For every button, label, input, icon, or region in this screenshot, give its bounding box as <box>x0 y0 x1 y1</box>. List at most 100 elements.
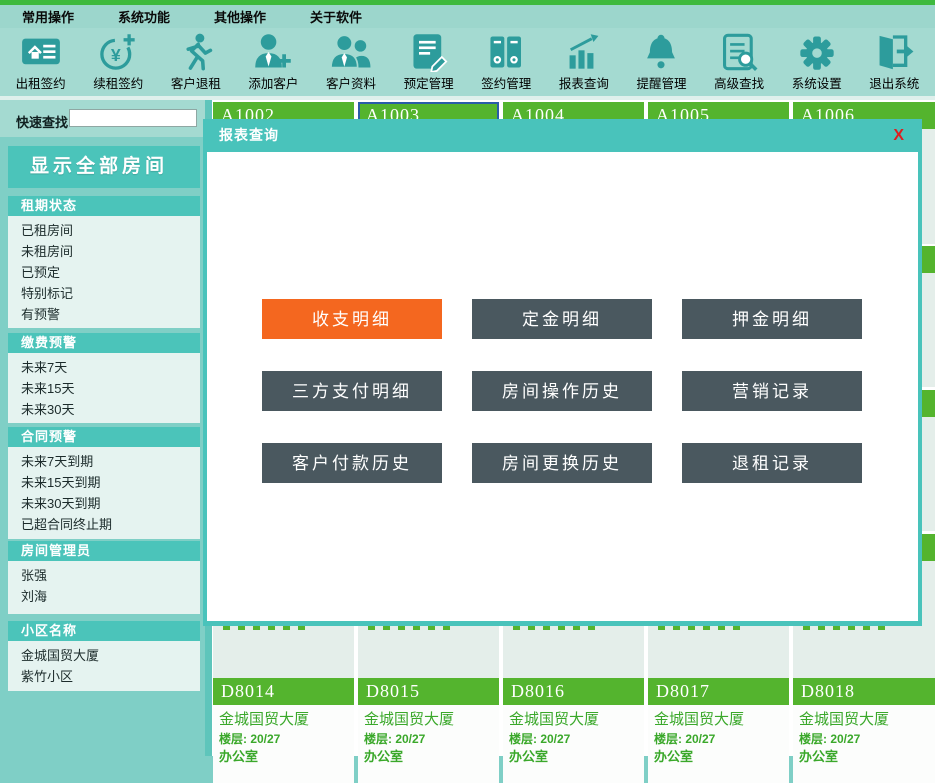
section-header-room-manager: 房间管理员 <box>8 541 200 561</box>
filter-reserved[interactable]: 已预定 <box>21 262 200 283</box>
report-marketing-record-button[interactable]: 营销记录 <box>682 371 862 411</box>
room-type: 办公室 <box>509 748 638 766</box>
filter-manager-2[interactable]: 刘海 <box>21 586 200 607</box>
toolbar-system-settings[interactable]: 系统设置 <box>780 32 854 92</box>
menu-about[interactable]: 关于软件 <box>310 7 362 26</box>
add-customer-icon <box>253 32 293 72</box>
room-header[interactable]: D8017 <box>648 678 789 705</box>
toolbar-rent-sign[interactable]: 出租签约 <box>4 32 78 92</box>
report-income-expense-button[interactable]: 收支明细 <box>262 299 442 339</box>
filter-vacant-rooms[interactable]: 未租房间 <box>21 241 200 262</box>
room-floor: 楼层: 20/27 <box>364 730 493 748</box>
toolbar: 出租签约 ¥ 续租签约 客户退租 添加客户 客户资料 预定管理 签约管理 <box>0 28 935 96</box>
section-header-contract-warning: 合同预警 <box>8 427 200 447</box>
toolbar-contract-mgmt[interactable]: 签约管理 <box>469 32 543 92</box>
report-security-deposit-button[interactable]: 押金明细 <box>682 299 862 339</box>
menu-common-ops[interactable]: 常用操作 <box>22 7 74 26</box>
room-building: 金城国贸大厦 <box>654 710 783 730</box>
room-card: D8017 金城国贸大厦 楼层: 20/27 办公室 <box>648 678 789 783</box>
booking-edit-icon <box>409 32 449 72</box>
room-building: 金城国贸大厦 <box>799 710 929 730</box>
room-header[interactable]: D8015 <box>358 678 499 705</box>
customers-icon <box>331 32 371 72</box>
gear-icon <box>797 32 837 72</box>
room-floor: 楼层: 20/27 <box>509 730 638 748</box>
menu-bar: 常用操作 系统功能 其他操作 关于软件 <box>0 5 935 28</box>
filter-special-mark[interactable]: 特别标记 <box>21 283 200 304</box>
toolbar-customer-info[interactable]: 客户资料 <box>314 32 388 92</box>
menu-other-ops[interactable]: 其他操作 <box>214 7 266 26</box>
room-floor: 楼层: 20/27 <box>219 730 348 748</box>
quick-search-input[interactable] <box>69 109 197 127</box>
filter-manager-1[interactable]: 张强 <box>21 565 200 586</box>
room-header[interactable]: D8018 <box>793 678 935 705</box>
room-header[interactable]: D8016 <box>503 678 644 705</box>
room-card: D8014 金城国贸大厦 楼层: 20/27 办公室 <box>213 678 354 783</box>
room-floor: 楼层: 20/27 <box>799 730 929 748</box>
bell-icon <box>641 32 681 72</box>
toolbar-report-query[interactable]: 报表查询 <box>547 32 621 92</box>
report-chart-icon <box>564 32 604 72</box>
tenant-leave-icon <box>176 32 216 72</box>
filter-expire-7-days[interactable]: 未来7天到期 <box>21 451 200 472</box>
toolbar-renew-sign[interactable]: ¥ 续租签约 <box>81 32 155 92</box>
toolbar-label: 退出系统 <box>869 73 919 92</box>
toolbar-label: 客户退租 <box>171 73 221 92</box>
filter-next-30-days[interactable]: 未来30天 <box>21 399 200 420</box>
quick-search-label: 快速查找: <box>16 112 72 131</box>
menu-system-functions[interactable]: 系统功能 <box>118 7 170 26</box>
toolbar-label: 签约管理 <box>481 73 531 92</box>
dialog-title: 报表查询 <box>219 119 279 152</box>
room-type: 办公室 <box>364 748 493 766</box>
room-card: D8018 金城国贸大厦 楼层: 20/27 办公室 <box>793 678 935 783</box>
filter-expire-30-days[interactable]: 未来30天到期 <box>21 493 200 514</box>
room-card: D8015 金城国贸大厦 楼层: 20/27 办公室 <box>358 678 499 783</box>
toolbar-tenant-checkout[interactable]: 客户退租 <box>159 32 233 92</box>
filter-rented-rooms[interactable]: 已租房间 <box>21 220 200 241</box>
report-thirdparty-payment-button[interactable]: 三方支付明细 <box>262 371 442 411</box>
toolbar-label: 高级查找 <box>714 73 764 92</box>
section-list-rent-status: 已租房间 未租房间 已预定 特别标记 有预警 <box>8 216 200 328</box>
room-type: 办公室 <box>654 748 783 766</box>
toolbar-label: 报表查询 <box>559 73 609 92</box>
filter-expire-15-days[interactable]: 未来15天到期 <box>21 472 200 493</box>
report-query-dialog: 报表查询 X 收支明细 定金明细 押金明细 三方支付明细 房间操作历史 营销记录… <box>203 119 922 626</box>
toolbar-label: 续租签约 <box>93 73 143 92</box>
toolbar-booking-mgmt[interactable]: 预定管理 <box>392 32 466 92</box>
room-building: 金城国贸大厦 <box>364 710 493 730</box>
filter-next-7-days[interactable]: 未来7天 <box>21 357 200 378</box>
filter-next-15-days[interactable]: 未来15天 <box>21 378 200 399</box>
show-all-rooms-button[interactable]: 显示全部房间 <box>8 146 200 188</box>
report-checkout-record-button[interactable]: 退租记录 <box>682 443 862 483</box>
toolbar-label: 客户资料 <box>326 73 376 92</box>
report-customer-payment-history-button[interactable]: 客户付款历史 <box>262 443 442 483</box>
room-type: 办公室 <box>799 748 929 766</box>
toolbar-exit-system[interactable]: 退出系统 <box>857 32 931 92</box>
close-icon[interactable]: X <box>893 119 904 152</box>
yen-renew-icon: ¥ <box>98 32 138 72</box>
report-room-operation-history-button[interactable]: 房间操作历史 <box>472 371 652 411</box>
toolbar-advanced-search[interactable]: 高级查找 <box>702 32 776 92</box>
filter-has-warning[interactable]: 有预警 <box>21 304 200 325</box>
toolbar-label: 提醒管理 <box>636 73 686 92</box>
toolbar-label: 添加客户 <box>248 73 298 92</box>
dialog-titlebar[interactable]: 报表查询 X <box>207 119 918 152</box>
section-list-contract-warning: 未来7天到期 未来15天到期 未来30天到期 已超合同终止期 <box>8 447 200 539</box>
room-header[interactable]: D8014 <box>213 678 354 705</box>
room-building: 金城国贸大厦 <box>219 710 348 730</box>
section-list-community: 金城国贸大厦 紫竹小区 <box>8 641 200 691</box>
room-floor: 楼层: 20/27 <box>654 730 783 748</box>
house-contract-icon <box>21 32 61 72</box>
svg-text:¥: ¥ <box>111 45 121 65</box>
filter-expired-contract[interactable]: 已超合同终止期 <box>21 514 200 535</box>
report-room-change-history-button[interactable]: 房间更换历史 <box>472 443 652 483</box>
toolbar-label: 系统设置 <box>792 73 842 92</box>
room-type: 办公室 <box>219 748 348 766</box>
toolbar-add-customer[interactable]: 添加客户 <box>236 32 310 92</box>
toolbar-reminder-mgmt[interactable]: 提醒管理 <box>624 32 698 92</box>
filter-community-1[interactable]: 金城国贸大厦 <box>21 645 200 666</box>
report-deposit-detail-button[interactable]: 定金明细 <box>472 299 652 339</box>
section-header-payment-warning: 缴费预警 <box>8 333 200 353</box>
filter-community-2[interactable]: 紫竹小区 <box>21 666 200 687</box>
room-card: D8016 金城国贸大厦 楼层: 20/27 办公室 <box>503 678 644 783</box>
